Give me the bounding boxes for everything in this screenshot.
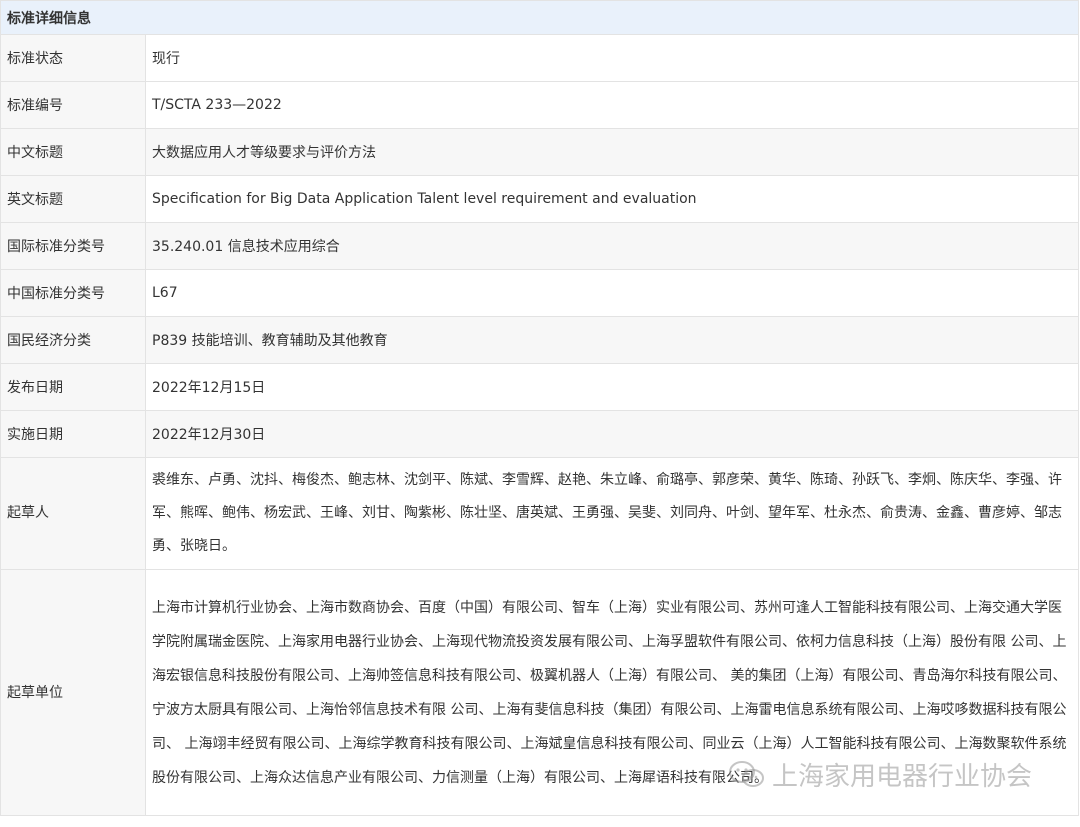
row-label: 发布日期 (0, 363, 146, 411)
table-row: 国民经济分类 P839 技能培训、教育辅助及其他教育 (0, 316, 1079, 364)
row-value: 35.240.01 信息技术应用综合 (145, 222, 1079, 270)
row-value: 上海市计算机行业协会、上海市数商协会、百度（中国）有限公司、智车（上海）实业有限… (145, 569, 1079, 816)
row-value: 现行 (145, 34, 1079, 82)
row-value: Specification for Big Data Application T… (145, 175, 1079, 223)
row-value: 裘维东、卢勇、沈抖、梅俊杰、鲍志林、沈剑平、陈斌、李雪辉、赵艳、朱立峰、俞璐亭、… (145, 457, 1079, 570)
table-title: 标准详细信息 (0, 0, 1079, 35)
table-row: 起草人 裘维东、卢勇、沈抖、梅俊杰、鲍志林、沈剑平、陈斌、李雪辉、赵艳、朱立峰、… (0, 457, 1079, 570)
row-label: 国际标准分类号 (0, 222, 146, 270)
table-header-row: 标准详细信息 (0, 0, 1079, 35)
row-label: 标准状态 (0, 34, 146, 82)
row-value: P839 技能培训、教育辅助及其他教育 (145, 316, 1079, 364)
row-label: 起草单位 (0, 569, 146, 816)
table-row: 标准状态 现行 (0, 34, 1079, 82)
table-row: 发布日期 2022年12月15日 (0, 363, 1079, 411)
row-value: 大数据应用人才等级要求与评价方法 (145, 128, 1079, 176)
table-row: 中文标题 大数据应用人才等级要求与评价方法 (0, 128, 1079, 176)
row-label: 起草人 (0, 457, 146, 570)
row-value: T/SCTA 233—2022 (145, 81, 1079, 129)
table-row: 国际标准分类号 35.240.01 信息技术应用综合 (0, 222, 1079, 270)
table-row: 中国标准分类号 L67 (0, 269, 1079, 317)
row-label: 实施日期 (0, 410, 146, 458)
table-row: 起草单位 上海市计算机行业协会、上海市数商协会、百度（中国）有限公司、智车（上海… (0, 569, 1079, 816)
row-label: 中文标题 (0, 128, 146, 176)
row-label: 国民经济分类 (0, 316, 146, 364)
row-label: 英文标题 (0, 175, 146, 223)
table-row: 实施日期 2022年12月30日 (0, 410, 1079, 458)
row-value: L67 (145, 269, 1079, 317)
standard-detail-table: 标准详细信息 标准状态 现行 标准编号 T/SCTA 233—2022 中文标题… (0, 0, 1079, 816)
row-value: 2022年12月30日 (145, 410, 1079, 458)
row-value: 2022年12月15日 (145, 363, 1079, 411)
table-row: 标准编号 T/SCTA 233—2022 (0, 81, 1079, 129)
table-row: 英文标题 Specification for Big Data Applicat… (0, 175, 1079, 223)
row-label: 中国标准分类号 (0, 269, 146, 317)
row-label: 标准编号 (0, 81, 146, 129)
